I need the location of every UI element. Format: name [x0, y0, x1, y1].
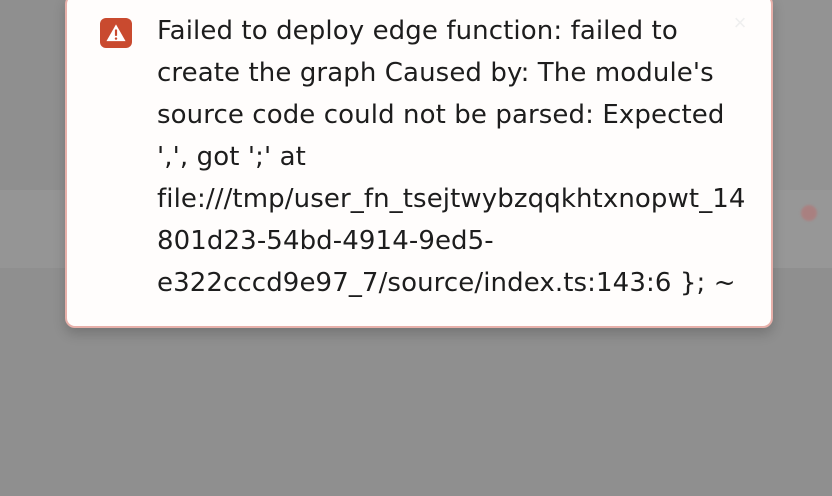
background-status-dot	[801, 205, 817, 221]
warning-icon	[100, 18, 132, 48]
close-icon[interactable]: ×	[730, 12, 750, 34]
error-message: Failed to deploy edge function: failed t…	[157, 16, 746, 298]
warning-triangle-icon	[106, 24, 126, 42]
error-toast: Failed to deploy edge function: failed t…	[65, 0, 773, 328]
background-side-panel	[770, 0, 832, 268]
